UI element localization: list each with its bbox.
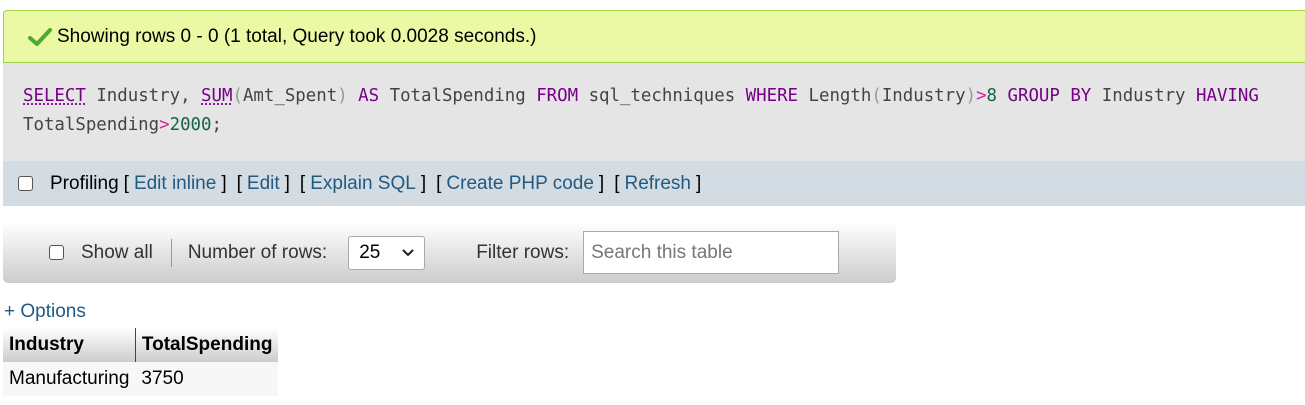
sql-line-2: TotalSpending>2000; <box>23 111 1305 140</box>
filter-rows-input[interactable] <box>583 231 840 274</box>
success-text: Showing rows 0 - 0 (1 total, Query took … <box>57 25 537 47</box>
rows-label: Number of rows: <box>187 241 328 263</box>
column-header-industry[interactable]: Industry <box>3 328 136 362</box>
rows-per-page-value: 25 <box>359 241 381 263</box>
sql-punct: ) <box>337 86 348 106</box>
sql-punct: ) <box>965 86 977 106</box>
create-php-code-link[interactable]: Create PHP code <box>446 173 594 195</box>
edit-link[interactable]: Edit <box>247 173 280 195</box>
table-cell[interactable]: 3750 <box>135 362 279 396</box>
table-row: Manufacturing 3750 <box>3 362 279 396</box>
sql-keyword[interactable]: SELECT <box>23 86 86 106</box>
navigation-panel: Show all Number of rows: 25 Filter rows: <box>3 222 896 283</box>
profiling-label: Profiling <box>50 172 119 194</box>
filter-rows-label: Filter rows: <box>476 241 570 263</box>
sql-identifier: TotalSpending <box>23 115 160 135</box>
bracket: [ <box>123 172 129 194</box>
sql-keyword: GROUP BY <box>1007 86 1092 106</box>
bracket: [ <box>436 172 442 194</box>
chevron-down-icon <box>402 248 414 256</box>
sql-operator: > <box>976 86 987 106</box>
sql-identifier: sql_techniques <box>588 86 736 106</box>
sql-number: 2000 <box>169 115 212 135</box>
sql-identifier: Length <box>808 86 872 106</box>
sql-identifier: TotalSpending <box>389 86 526 106</box>
bracket: ] <box>696 172 702 194</box>
sql-query[interactable]: SELECT Industry, SUM(Amt_Spent) AS Total… <box>3 63 1305 161</box>
bracket: ] <box>598 172 605 194</box>
divider <box>170 238 172 267</box>
bracket: ] <box>284 172 290 194</box>
sql-number: 8 <box>986 86 998 106</box>
show-all-checkbox[interactable] <box>49 245 64 260</box>
sql-punct: ( <box>232 86 243 106</box>
sql-keyword: AS <box>358 86 380 106</box>
success-message: Showing rows 0 - 0 (1 total, Query took … <box>3 10 1305 63</box>
sql-line-1: SELECT Industry, SUM(Amt_Spent) AS Total… <box>23 82 1305 111</box>
sql-identifier: Industry <box>1101 86 1186 106</box>
profiling-checkbox[interactable] <box>18 176 33 191</box>
edit-inline-link[interactable]: Edit inline <box>134 173 216 195</box>
refresh-link[interactable]: Refresh <box>624 173 691 195</box>
bracket: ] <box>221 172 227 194</box>
table-cell[interactable]: Manufacturing <box>3 362 136 396</box>
sql-identifier: Amt_Spent <box>242 86 338 106</box>
check-icon <box>28 27 52 46</box>
bracket: [ <box>614 172 620 194</box>
sql-identifier: Industry <box>881 86 966 106</box>
result-table: Industry TotalSpending Manufacturing 375… <box>3 328 279 396</box>
rows-per-page-select[interactable]: 25 <box>348 235 426 270</box>
bracket: [ <box>299 172 306 194</box>
show-all-label: Show all <box>81 241 153 263</box>
column-header-totalspending[interactable]: TotalSpending <box>134 328 279 362</box>
sql-operator: > <box>159 115 170 135</box>
query-toolbar: Profiling [Edit inline] [Edit] [Explain … <box>3 161 1305 206</box>
sql-keyword: WHERE <box>745 86 799 106</box>
sql-function[interactable]: SUM <box>201 86 232 106</box>
sql-identifier: Industry <box>96 86 181 106</box>
sql-punct: ; <box>211 115 222 135</box>
sql-punct: , <box>180 86 191 106</box>
bracket: ] <box>420 172 427 194</box>
sql-punct: ( <box>871 86 882 106</box>
explain-sql-link[interactable]: Explain SQL <box>310 173 416 195</box>
sql-keyword: FROM <box>536 86 579 106</box>
bracket: [ <box>236 172 242 194</box>
options-link[interactable]: + Options <box>4 301 86 323</box>
sql-keyword: HAVING <box>1196 86 1259 106</box>
